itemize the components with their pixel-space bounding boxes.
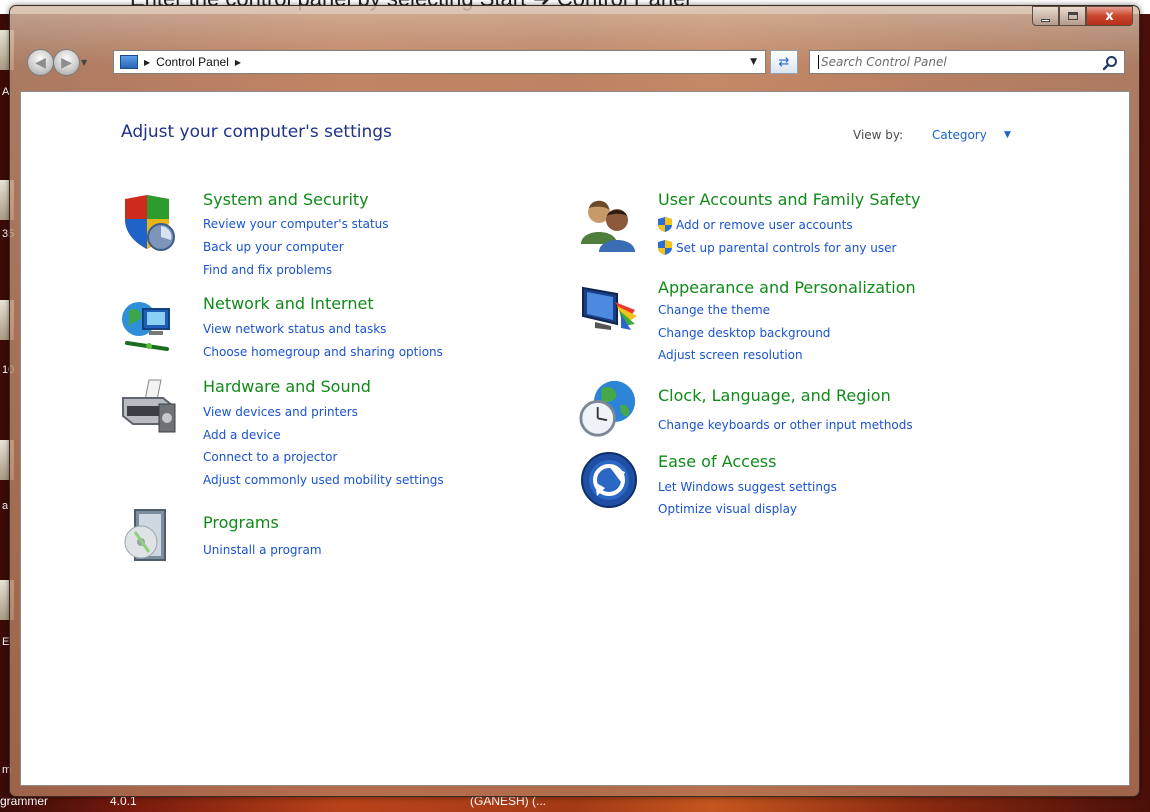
back-button[interactable]: ◀ (27, 49, 54, 76)
back-arrow-icon: ◀ (35, 54, 46, 71)
link-review-status[interactable]: Review your computer's status (203, 217, 389, 231)
category-system-and-security[interactable]: System and Security (203, 190, 369, 209)
view-by-chevron-down-icon[interactable]: ▼ (1004, 130, 1011, 140)
minimize-button[interactable] (1032, 6, 1059, 26)
category-user-accounts[interactable]: User Accounts and Family Safety (658, 190, 921, 209)
forward-arrow-icon: ▶ (61, 54, 72, 71)
minimize-icon (1041, 18, 1050, 22)
appearance-monitor-icon[interactable] (581, 282, 639, 340)
uac-shield-icon (658, 217, 672, 232)
search-input[interactable]: Search Control Panel (818, 55, 947, 69)
network-globe-icon[interactable] (119, 297, 177, 355)
refresh-button[interactable]: ⇄ (770, 50, 798, 74)
link-uninstall[interactable]: Uninstall a program (203, 543, 322, 557)
link-projector[interactable]: Connect to a projector (203, 450, 337, 464)
close-button[interactable]: x (1086, 6, 1133, 26)
link-homegroup[interactable]: Choose homegroup and sharing options (203, 345, 443, 359)
search-box[interactable]: Search Control Panel (809, 50, 1125, 74)
printer-icon[interactable] (119, 378, 177, 436)
desktop-label: a (2, 500, 9, 512)
view-by-label: View by: (853, 128, 904, 142)
link-mobility[interactable]: Adjust commonly used mobility settings (203, 473, 444, 487)
category-hardware-and-sound[interactable]: Hardware and Sound (203, 377, 371, 396)
address-history-chevron-down-icon[interactable]: ▼ (750, 57, 757, 67)
link-add-remove-users[interactable]: Add or remove user accounts (658, 217, 853, 232)
page-title: Adjust your computer's settings (121, 122, 392, 142)
breadcrumb-arrow-icon[interactable]: ▶ (144, 58, 150, 67)
search-icon[interactable] (1102, 55, 1118, 71)
link-find-fix[interactable]: Find and fix problems (203, 263, 332, 277)
link-desktop-background[interactable]: Change desktop background (658, 326, 830, 340)
link-keyboards[interactable]: Change keyboards or other input methods (658, 418, 913, 432)
content-pane: Adjust your computer's settings View by:… (20, 91, 1130, 786)
maximize-icon (1067, 12, 1078, 20)
category-appearance[interactable]: Appearance and Personalization (658, 278, 916, 297)
address-bar[interactable]: ▶ Control Panel ▶ ▼ (113, 50, 766, 74)
uac-shield-icon (658, 240, 672, 255)
category-programs[interactable]: Programs (203, 513, 279, 532)
link-add-remove-users-label: Add or remove user accounts (676, 218, 853, 232)
forward-button[interactable]: ▶ (53, 49, 80, 76)
link-parental-controls-label: Set up parental controls for any user (676, 241, 897, 255)
ease-of-access-icon[interactable] (581, 452, 639, 510)
maximize-button[interactable] (1059, 6, 1086, 26)
breadcrumb-control-panel[interactable]: Control Panel (156, 55, 229, 69)
category-clock-language-region[interactable]: Clock, Language, and Region (658, 386, 891, 405)
breadcrumb-arrow-icon[interactable]: ▶ (235, 58, 241, 67)
category-ease-of-access[interactable]: Ease of Access (658, 452, 776, 471)
link-screen-resolution[interactable]: Adjust screen resolution (658, 348, 803, 362)
system-security-shield-icon[interactable] (119, 193, 177, 251)
recent-pages-chevron-down-icon[interactable]: ▼ (81, 58, 87, 67)
category-network-and-internet[interactable]: Network and Internet (203, 294, 374, 313)
link-visual-display[interactable]: Optimize visual display (658, 502, 797, 516)
refresh-icon: ⇄ (778, 54, 790, 70)
link-network-status[interactable]: View network status and tasks (203, 322, 386, 336)
control-panel-icon (120, 55, 138, 69)
link-back-up[interactable]: Back up your computer (203, 240, 344, 254)
clock-globe-icon[interactable] (579, 379, 637, 437)
view-by-dropdown[interactable]: Category (932, 128, 987, 142)
link-windows-suggest[interactable]: Let Windows suggest settings (658, 480, 837, 494)
user-accounts-icon[interactable] (579, 194, 637, 252)
programs-disc-box-icon[interactable] (121, 506, 179, 564)
window-controls: x (1032, 6, 1133, 26)
close-icon: x (1105, 8, 1114, 24)
link-add-device[interactable]: Add a device (203, 428, 281, 442)
link-parental-controls[interactable]: Set up parental controls for any user (658, 240, 896, 255)
link-change-theme[interactable]: Change the theme (658, 303, 770, 317)
link-devices-printers[interactable]: View devices and printers (203, 405, 358, 419)
